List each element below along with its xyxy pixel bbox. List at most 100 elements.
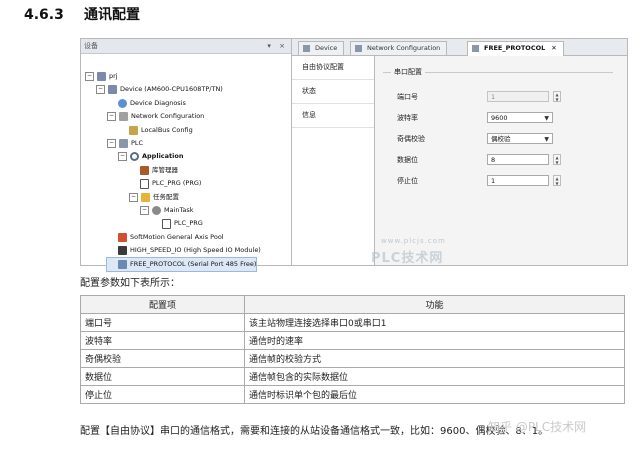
watermark: PLC技术网	[371, 251, 444, 266]
tree-item-label: MainTask	[164, 206, 194, 214]
side-tab[interactable]: 状态	[292, 80, 374, 104]
side-tab[interactable]: 自由协议配置	[292, 56, 374, 80]
chevron-down-icon[interactable]: ▼	[544, 113, 549, 124]
credit-watermark: 知乎 @PLC技术网	[488, 420, 587, 434]
expander-icon[interactable]: −	[129, 192, 138, 202]
panel-controls-icon[interactable]: ▾ ⨯	[267, 39, 288, 53]
field-label: 奇偶校验	[397, 135, 425, 143]
tab-free-protocol[interactable]: FREE_PROTOCOL ✕	[467, 41, 564, 56]
tab-device[interactable]: Device	[298, 41, 345, 55]
ide-screenshot: 设备 ▾ ⨯ − prj − Device (AM600-CPU1608TP/TN) D…	[80, 38, 628, 272]
tree-item[interactable]: 库管理器	[129, 164, 178, 177]
table-header-row: 配置项 功能	[80, 295, 625, 314]
device-icon	[108, 85, 117, 95]
table-cell: 波特率	[80, 331, 245, 350]
plc-icon	[119, 139, 128, 148]
select-field[interactable]: 偶校验 ▼	[487, 133, 553, 144]
number-field[interactable]: 1	[487, 175, 549, 186]
field-label: 端口号	[397, 93, 418, 101]
field-value: 9600	[491, 114, 508, 122]
tree-item[interactable]: − MainTask	[140, 204, 194, 217]
project-icon	[97, 72, 106, 81]
expander-icon[interactable]: −	[85, 72, 94, 81]
tree-item-label: prj	[109, 72, 118, 80]
tree-item[interactable]: FREE_PROTOCOL (Serial Port 485 Free)	[105, 256, 258, 272]
tree-item[interactable]: − PLC	[107, 137, 143, 150]
tab-icon	[355, 45, 362, 52]
config-row: 奇偶校验 偶校验 ▼	[397, 133, 607, 145]
tree-item[interactable]: − Device (AM600-CPU1608TP/TN)	[96, 83, 223, 96]
spinner-icon[interactable]: ▲ ▼	[553, 175, 561, 186]
tree-item-label: 库管理器	[152, 165, 178, 174]
tree-item-label: PLC_PRG (PRG)	[152, 179, 202, 188]
chevron-down-icon[interactable]: ▼	[544, 134, 549, 145]
tree-item-label: 任务配置	[153, 192, 179, 201]
localbus-icon	[129, 125, 138, 135]
expander-icon[interactable]: −	[107, 139, 116, 148]
tree-item-label: LocalBus Config	[141, 125, 193, 134]
section-heading: 4.6.3 通讯配置	[24, 4, 140, 24]
tree-item[interactable]: Device Diagnosis	[107, 97, 186, 110]
number-field[interactable]: 8	[487, 154, 549, 165]
task-icon	[152, 206, 161, 215]
tree-item[interactable]: HIGH_SPEED_IO (High Speed IO Module)	[107, 244, 261, 257]
spinner-icon[interactable]: ▲ ▼	[553, 154, 561, 165]
tree-item[interactable]: − Network Configuration	[107, 110, 204, 123]
expander-icon[interactable]: −	[118, 152, 127, 162]
devices-panel: 设备 ▾ ⨯ − prj − Device (AM600-CPU1608TP/TN) D…	[81, 39, 292, 272]
tree-item[interactable]: − prj	[85, 70, 118, 83]
side-tab[interactable]: 信息	[292, 104, 374, 128]
tree-item-label: Device Diagnosis	[130, 98, 186, 107]
tab-icon	[472, 45, 479, 52]
tab-label: Network Configuration	[367, 44, 441, 52]
footer-text: 配置【自由协议】串口的通信格式，需要和连接的从站设备通信格式一致，比如：9600…	[80, 426, 549, 437]
tree-item[interactable]: LocalBus Config	[118, 124, 193, 137]
tree-item[interactable]: − 任务配置	[129, 191, 179, 204]
tree-item-label: SoftMotion General Axis Pool	[130, 232, 224, 241]
tree-item[interactable]: SoftMotion General Axis Pool	[107, 231, 224, 244]
io-module-icon	[118, 246, 127, 256]
select-field[interactable]: 9600 ▼	[487, 112, 553, 123]
tree-item-label: Network Configuration	[131, 112, 205, 121]
number-field: 1	[487, 91, 549, 102]
program-icon	[140, 178, 149, 189]
intro-text: 配置参数如下表所示：	[80, 278, 180, 289]
config-row: 端口号 1 ▲ ▼	[397, 91, 607, 103]
field-label: 停止位	[397, 177, 418, 185]
table-cell: 通信时的速率	[244, 331, 625, 350]
table-row: 停止位 通信时标识单个包的最后位	[80, 385, 625, 404]
tab-label: Device	[315, 44, 338, 52]
table-row: 奇偶校验 通信帧的校验方式	[80, 349, 625, 368]
serial-config-pane: 串口配置 端口号 1 ▲ ▼ 波特率 9600 ▼ 奇偶校验 偶校验 ▼ 数据位 8 ▲ ▼ 停止位 1 ▲ ▼	[375, 56, 627, 265]
section-title: 通讯配置	[84, 7, 140, 23]
expander-icon[interactable]: −	[96, 85, 105, 95]
tree-item[interactable]: − Application	[118, 150, 183, 163]
group-title: 串口配置	[391, 67, 425, 77]
params-table: 配置项 功能 端口号 该主站物理连接选择串口0或串口1 波特率 通信时的速率 奇偶校验通…	[80, 295, 625, 404]
close-icon[interactable]: ✕	[551, 44, 556, 52]
field-value: 偶校验	[491, 135, 511, 143]
tree-item-label: Device (AM600-CPU1608TP/TN)	[120, 85, 223, 94]
expander-icon[interactable]: −	[107, 112, 116, 122]
tree-item-label: PLC	[131, 139, 144, 147]
task-config-icon	[141, 192, 150, 202]
table-cell: 通信时标识单个包的最后位	[244, 385, 625, 404]
expander-icon[interactable]: −	[140, 206, 149, 215]
table-cell: 数据位	[80, 367, 245, 386]
devices-panel-title: 设备 ▾ ⨯	[81, 39, 291, 54]
tree-item[interactable]: PLC_PRG (PRG)	[129, 177, 201, 190]
library-manager-icon	[140, 165, 149, 175]
tab-network-configuration[interactable]: Network Configuration	[350, 41, 448, 55]
section-number: 4.6.3	[24, 7, 64, 23]
tree-item-label: FREE_PROTOCOL (Serial Port 485 Free)	[130, 259, 257, 268]
table-cell: 该主站物理连接选择串口0或串口1	[244, 313, 625, 332]
watermark-url: www.plcjs.com	[381, 237, 446, 245]
tree-item[interactable]: PLC_PRG	[151, 217, 203, 230]
table-row: 端口号 该主站物理连接选择串口0或串口1	[80, 313, 625, 332]
field-label: 数据位	[397, 156, 418, 164]
table-header: 配置项	[80, 295, 245, 314]
tree-item-label: PLC_PRG	[174, 219, 203, 228]
tree-item-label: Application	[142, 152, 184, 161]
field-label: 波特率	[397, 114, 418, 122]
tree-item-label: HIGH_SPEED_IO (High Speed IO Module)	[130, 246, 261, 255]
